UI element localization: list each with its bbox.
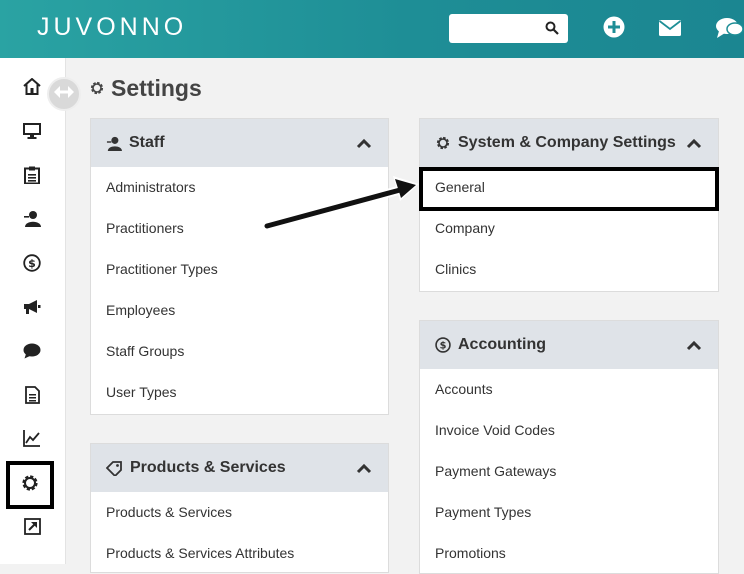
search-box[interactable] bbox=[449, 14, 568, 43]
svg-text:$: $ bbox=[440, 341, 447, 352]
nav-external[interactable] bbox=[14, 511, 50, 547]
annotation-highlight-box bbox=[419, 167, 719, 211]
sidebar: $ bbox=[0, 58, 66, 564]
chevron-up-icon[interactable] bbox=[686, 338, 702, 356]
gear-icon bbox=[435, 135, 451, 151]
dollar-icon: $ bbox=[23, 253, 41, 277]
clipboard-icon bbox=[24, 166, 40, 189]
search-input[interactable] bbox=[453, 14, 547, 43]
staff-item-practitioner-types[interactable]: Practitioner Types bbox=[91, 249, 388, 290]
sidebar-collapse-button[interactable] bbox=[47, 77, 81, 111]
page-title-text: Settings bbox=[111, 75, 202, 101]
nav-marketing[interactable] bbox=[14, 291, 50, 327]
external-link-icon bbox=[23, 518, 41, 540]
accounting-panel-header[interactable]: $ Accounting bbox=[420, 321, 718, 369]
accounting-item-payment-types[interactable]: Payment Types bbox=[420, 492, 718, 533]
system-panel-header[interactable]: System & Company Settings bbox=[420, 119, 718, 167]
nav-documents[interactable] bbox=[14, 379, 50, 415]
accounting-item-accounts[interactable]: Accounts bbox=[420, 369, 718, 410]
chevron-up-icon[interactable] bbox=[356, 136, 372, 154]
document-icon bbox=[24, 385, 40, 409]
search-icon[interactable] bbox=[545, 21, 559, 40]
accounting-item-payment-gateways[interactable]: Payment Gateways bbox=[420, 451, 718, 492]
staff-panel-title: Staff bbox=[129, 134, 165, 151]
products-panel-header[interactable]: Products & Services bbox=[91, 444, 388, 492]
staff-item-employees[interactable]: Employees bbox=[91, 290, 388, 331]
svg-text:$: $ bbox=[28, 257, 36, 270]
staff-item-user-types[interactable]: User Types bbox=[91, 372, 388, 413]
chevron-up-icon[interactable] bbox=[356, 461, 372, 479]
products-item-attributes[interactable]: Products & Services Attributes bbox=[91, 533, 388, 572]
staff-item-staff-groups[interactable]: Staff Groups bbox=[91, 331, 388, 372]
nav-settings[interactable] bbox=[6, 461, 54, 509]
staff-panel-header[interactable]: Staff bbox=[91, 119, 388, 167]
staff-panel: Staff Administrators Practitioners Pract… bbox=[90, 118, 389, 415]
products-panel: Products & Services Products & Services … bbox=[90, 443, 389, 573]
megaphone-icon bbox=[23, 299, 41, 320]
gear-icon bbox=[20, 473, 40, 498]
chevron-up-icon[interactable] bbox=[686, 136, 702, 154]
top-bar: JUVONNO bbox=[0, 0, 744, 58]
envelope-icon[interactable] bbox=[658, 20, 682, 41]
page-title: Settings bbox=[89, 75, 202, 102]
dollar-icon: $ bbox=[435, 337, 451, 353]
accounting-item-invoice-void-codes[interactable]: Invoice Void Codes bbox=[420, 410, 718, 451]
accounting-item-promotions[interactable]: Promotions bbox=[420, 533, 718, 573]
monitor-icon bbox=[23, 122, 41, 144]
system-panel-title: System & Company Settings bbox=[458, 134, 676, 151]
nav-billing[interactable]: $ bbox=[14, 247, 50, 283]
accounting-panel: $ Accounting Accounts Invoice Void Codes… bbox=[419, 320, 719, 574]
gear-icon bbox=[89, 75, 105, 102]
system-item-company[interactable]: Company bbox=[420, 208, 718, 249]
plus-circle-icon[interactable] bbox=[603, 16, 625, 43]
chart-icon bbox=[23, 430, 41, 452]
nav-messages[interactable] bbox=[14, 335, 50, 371]
chat-icon[interactable] bbox=[715, 17, 744, 44]
double-arrow-icon bbox=[54, 85, 74, 103]
staff-icon bbox=[106, 136, 122, 151]
nav-reports[interactable] bbox=[14, 423, 50, 459]
products-item-products-services[interactable]: Products & Services bbox=[91, 492, 388, 533]
staff-icon bbox=[23, 210, 41, 232]
system-item-clinics[interactable]: Clinics bbox=[420, 249, 718, 290]
annotation-arrow bbox=[262, 176, 419, 231]
nav-home[interactable] bbox=[14, 71, 50, 107]
nav-clipboard[interactable] bbox=[14, 159, 50, 195]
tag-icon bbox=[106, 460, 123, 476]
products-panel-title: Products & Services bbox=[130, 459, 286, 476]
logo[interactable]: JUVONNO bbox=[37, 13, 187, 42]
accounting-panel-title: Accounting bbox=[458, 336, 546, 353]
nav-staff[interactable] bbox=[14, 203, 50, 239]
chat-bubble-icon bbox=[23, 343, 41, 364]
home-icon bbox=[23, 77, 41, 100]
nav-monitor[interactable] bbox=[14, 115, 50, 151]
